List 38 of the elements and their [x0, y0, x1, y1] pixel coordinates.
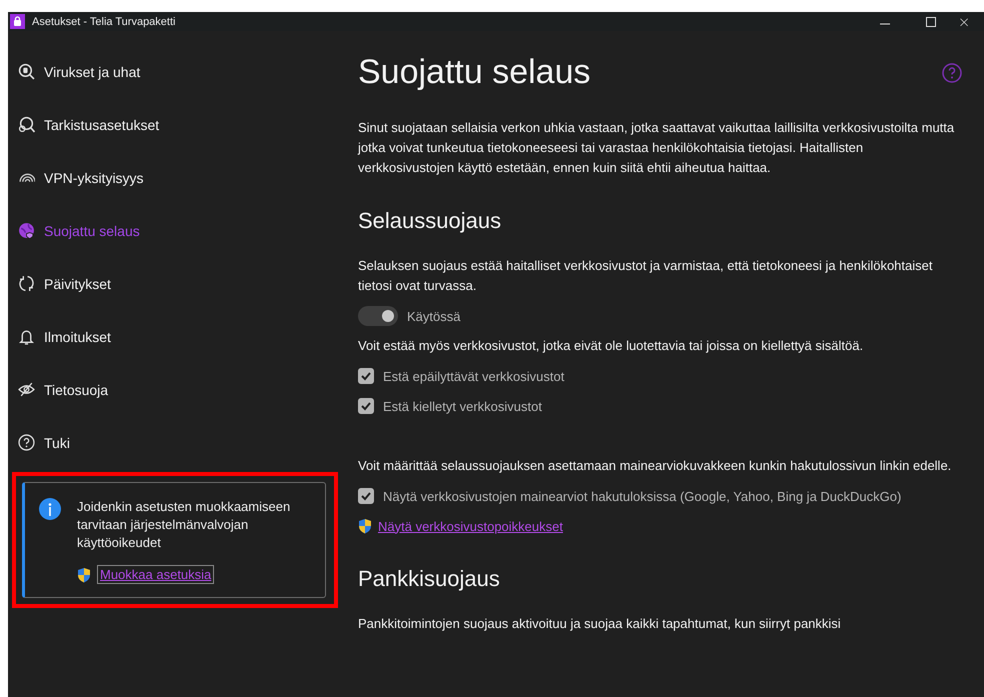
sidebar-item[interactable]: Tarkistusasetukset: [8, 107, 340, 160]
app-logo-icon: [10, 14, 25, 29]
edit-settings-link[interactable]: Muokkaa asetuksia: [97, 565, 214, 584]
info-icon: [39, 498, 61, 520]
sidebar-item[interactable]: Tietosuoja: [8, 372, 340, 425]
sidebar-item[interactable]: Tuki: [8, 425, 340, 478]
globe-shield-icon: [18, 222, 35, 239]
check-icon: [360, 400, 372, 412]
intro-text: Sinut suojataan sellaisia verkon uhkia vastaan, jotka saattavat vaikuttaa laillisilta verkkosivustoilta mutta jotka voivat tunkeutua tietokoneeseesi tai varastaa henkilökohtaisia tietojasi. Haitallisten verkkosivustojen käyttö estetään, ennen kuin siitä ehtii aiheutua haittaa.: [358, 119, 956, 177]
description-text: Selauksen suojaus estää haitalliset verkkosivustot ja varmistaa, että tietokoneesi ja henkilökohtaiset tietosi ovat turvassa.: [358, 257, 934, 295]
toggle-label: Käytössä: [407, 308, 460, 324]
notice-text: Joidenkin asetusten muokkaamiseen tarvitaan järjestelmänvalvojan käyttöoikeudet: [77, 498, 292, 552]
description-text: Voit määrittää selaussuojauksen asettamaan mainearviokuvakkeen kunkin hakutulossivun linkin edelle.: [358, 457, 952, 475]
shield-icon: [77, 566, 91, 582]
section-heading: Selaussuojaus: [358, 208, 502, 234]
checkbox-label: Näytä verkkosivustojen mainearviot hakutuloksissa (Google, Yahoo, Bing ja DuckDuckGo): [383, 488, 902, 504]
checkbox-label: Estä epäilyttävät verkkosivustot: [383, 368, 564, 384]
exceptions-link[interactable]: Näytä verkkosivustopoikkeukset: [378, 518, 563, 534]
check-icon: [360, 370, 372, 382]
sidebar-item[interactable]: VPN-yksityisyys: [8, 160, 340, 213]
sidebar-item[interactable]: Päivitykset: [8, 266, 340, 319]
sidebar-item[interactable]: Suojattu selaus: [8, 213, 340, 266]
section-heading: Pankkisuojaus: [358, 566, 501, 592]
sidebar-item[interactable]: Virukset ja uhat: [8, 54, 340, 107]
scan-icon: [18, 63, 35, 80]
description-text: Voit estää myös verkkosivustot, jotka eivät ole luotettavia tai joissa on kiellettyä sisältöä.: [358, 337, 864, 355]
eye-off-icon: [18, 381, 35, 398]
description-text: Pankkitoimintojen suojaus aktivoituu ja suojaa kaikki tapahtumat, kun siirryt pankkisi: [358, 615, 842, 633]
shield-icon: [358, 518, 372, 534]
bell-icon: [18, 328, 35, 345]
checkbox-label: Estä kielletyt verkkosivustot: [383, 398, 542, 414]
scan-gear-icon: [18, 116, 35, 133]
refresh-icon: [18, 275, 35, 292]
window-title: Asetukset - Telia Turvapaketti: [32, 16, 176, 28]
sidebar-item[interactable]: Ilmoitukset: [8, 319, 340, 372]
help-icon: [18, 434, 35, 451]
check-icon: [360, 490, 372, 502]
page-title: Suojattu selaus: [358, 53, 590, 92]
